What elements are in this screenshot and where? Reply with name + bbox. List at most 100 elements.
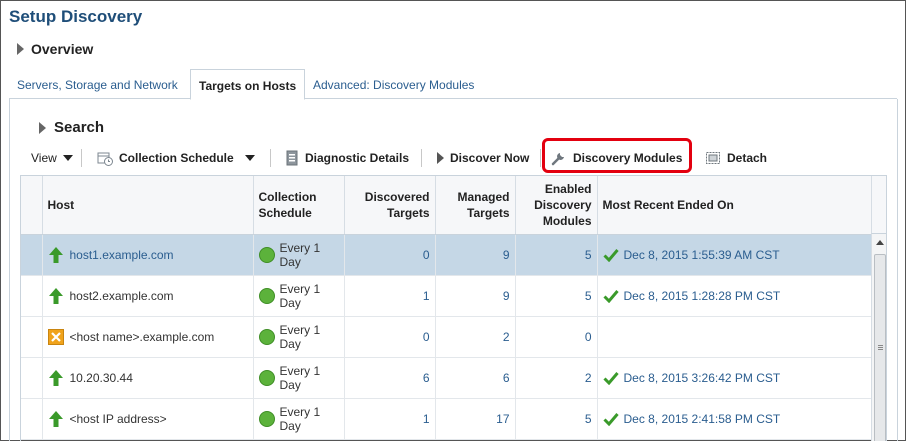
- collection-schedule-dropdown[interactable]: [245, 144, 255, 172]
- collection-schedule-cell: Every 1 Day: [253, 275, 345, 317]
- schedule-content: Every 1 Day: [258, 364, 339, 392]
- view-menu[interactable]: View: [31, 144, 73, 172]
- detach-button[interactable]: Detach: [705, 144, 767, 172]
- green-circle-icon: [258, 287, 275, 304]
- row-selector-cell[interactable]: [21, 275, 43, 317]
- enabled-modules-cell: 5: [515, 398, 598, 440]
- most-recent-link[interactable]: Dec 8, 2015 3:26:42 PM CST: [624, 371, 781, 385]
- discovered-targets-link[interactable]: 0: [423, 248, 430, 262]
- host-cell: 10.20.30.44: [42, 357, 254, 399]
- enabled-header-line3: Modules: [542, 213, 592, 228]
- column-header-host[interactable]: Host: [42, 176, 254, 235]
- managed-targets-cell: 9: [435, 234, 516, 276]
- most-recent-cell: Dec 8, 2015 1:55:39 AM CST: [597, 234, 872, 276]
- schedule-line2: Day: [279, 377, 301, 392]
- schedule-line1: Every 1: [279, 240, 321, 255]
- tab-servers-storage-network[interactable]: Servers, Storage and Network: [9, 69, 186, 99]
- collection-schedule-cell: Every 1 Day: [253, 316, 345, 358]
- table-row[interactable]: 10.20.30.44 Every 1 Day 6 6 2 Dec 8, 2015 3:26…: [21, 357, 872, 399]
- table-row[interactable]: host2.example.com Every 1 Day 1 9 5 Dec 8, 201…: [21, 275, 872, 317]
- table-row[interactable]: <host name>.example.com Every 1 Day 0 2 0: [21, 316, 872, 358]
- diagnostic-details-button[interactable]: Diagnostic Details: [285, 144, 409, 172]
- green-check-icon: [602, 248, 619, 262]
- schedule-content: Every 1 Day: [258, 322, 339, 351]
- column-header-enabled-discovery-modules[interactable]: Enabled Discovery Modules: [515, 176, 598, 235]
- managed-targets-link[interactable]: 9: [503, 248, 510, 262]
- schedule-text: Every 1 Day: [280, 405, 321, 433]
- row-selector-cell[interactable]: [21, 357, 43, 399]
- schedule-content: Every 1 Day: [258, 405, 339, 433]
- schedule-text: Every 1 Day: [280, 282, 321, 310]
- column-header-collection-schedule[interactable]: Collection Schedule: [253, 176, 345, 235]
- play-triangle-icon: [437, 152, 444, 164]
- column-header-most-recent-ended-on[interactable]: Most Recent Ended On: [597, 176, 872, 235]
- enabled-modules-cell: 5: [515, 275, 598, 317]
- enabled-modules-link[interactable]: 2: [585, 371, 592, 385]
- schedule-line1: Every 1: [279, 322, 321, 337]
- toolbar: View Collection Schedule Diagnostic Deta…: [19, 144, 889, 172]
- discovered-targets-cell: 1: [344, 398, 436, 440]
- managed-targets-cell: 6: [435, 357, 516, 399]
- row-selector-cell[interactable]: [21, 398, 43, 440]
- schedule-content: Every 1 Day: [258, 240, 339, 269]
- enabled-modules-link[interactable]: 5: [585, 412, 592, 426]
- enabled-header-line2: Discovery: [534, 197, 592, 212]
- row-selector-cell[interactable]: [21, 234, 43, 276]
- managed-targets-link[interactable]: 17: [496, 412, 509, 426]
- discovered-targets-link[interactable]: 1: [423, 289, 430, 303]
- targets-table: Host Collection Schedule Discovered Targ…: [20, 175, 887, 441]
- discovered-targets-link[interactable]: 0: [423, 330, 430, 344]
- grip-icon: [878, 345, 883, 346]
- host-link[interactable]: host1.example.com: [70, 248, 174, 262]
- discovery-modules-button[interactable]: Discovery Modules: [551, 144, 682, 172]
- enabled-modules-link[interactable]: 0: [585, 330, 592, 344]
- discovered-targets-link[interactable]: 6: [423, 371, 430, 385]
- targets-table-rows: host1.example.com Every 1 Day 0 9 5 Dec 8, 201…: [21, 234, 872, 440]
- tab-targets-on-hosts[interactable]: Targets on Hosts: [190, 69, 306, 100]
- row-selector-cell[interactable]: [21, 316, 43, 358]
- discovered-targets-cell: 0: [344, 316, 436, 358]
- scroll-up-arrow-icon[interactable]: [876, 240, 884, 245]
- collection-schedule-button[interactable]: Collection Schedule: [97, 144, 234, 172]
- recent-header-label: Most Recent Ended On: [602, 197, 734, 212]
- green-up-arrow-icon: [48, 410, 63, 427]
- scrollbar-thumb[interactable]: [874, 254, 886, 441]
- overview-section-toggle[interactable]: Overview: [17, 41, 93, 57]
- managed-targets-link[interactable]: 6: [503, 371, 510, 385]
- most-recent-link[interactable]: Dec 8, 2015 1:28:28 PM CST: [624, 289, 781, 303]
- tab-bar: Servers, Storage and Network Targets on …: [9, 69, 897, 100]
- discovered-targets-cell: 1: [344, 275, 436, 317]
- enabled-modules-link[interactable]: 5: [585, 289, 592, 303]
- tab-advanced-discovery-modules[interactable]: Advanced: Discovery Modules: [305, 69, 482, 99]
- schedule-content: Every 1 Day: [258, 282, 339, 310]
- chevron-down-icon: [245, 155, 255, 161]
- most-recent-cell: Dec 8, 2015 3:26:42 PM CST: [597, 357, 872, 399]
- managed-header-line1: Managed: [457, 189, 510, 204]
- enabled-modules-cell: 5: [515, 234, 598, 276]
- discover-now-button[interactable]: Discover Now: [437, 144, 529, 172]
- discovered-targets-link[interactable]: 1: [423, 412, 430, 426]
- host-cell: host2.example.com: [42, 275, 254, 317]
- calendar-clock-icon: [97, 152, 113, 166]
- recent-content: Dec 8, 2015 1:55:39 AM CST: [602, 248, 866, 262]
- most-recent-link[interactable]: Dec 8, 2015 1:55:39 AM CST: [624, 248, 780, 262]
- green-up-arrow-icon: [48, 287, 63, 304]
- column-header-discovered-targets[interactable]: Discovered Targets: [344, 176, 436, 235]
- table-row[interactable]: host1.example.com Every 1 Day 0 9 5 Dec 8, 201…: [21, 234, 872, 276]
- managed-targets-link[interactable]: 2: [503, 330, 510, 344]
- column-header-managed-targets[interactable]: Managed Targets: [435, 176, 516, 235]
- table-row[interactable]: <host IP address> Every 1 Day 1 17 5 Dec 8, 20…: [21, 398, 872, 440]
- host-cell-content: 10.20.30.44: [48, 369, 248, 387]
- schedule-text: Every 1 Day: [280, 364, 321, 392]
- schedule-line1: Every 1: [279, 404, 321, 419]
- enabled-modules-link[interactable]: 5: [585, 248, 592, 262]
- search-label: Search: [54, 119, 105, 136]
- host-cell-content: <host IP address>: [48, 410, 248, 428]
- enabled-header-line1: Enabled: [544, 181, 592, 196]
- discover-now-label: Discover Now: [450, 151, 530, 165]
- vertical-scrollbar[interactable]: [871, 234, 886, 441]
- managed-targets-link[interactable]: 9: [503, 289, 510, 303]
- managed-targets-cell: 9: [435, 275, 516, 317]
- most-recent-link[interactable]: Dec 8, 2015 2:41:58 PM CST: [624, 412, 781, 426]
- search-section-toggle[interactable]: Search: [39, 119, 104, 136]
